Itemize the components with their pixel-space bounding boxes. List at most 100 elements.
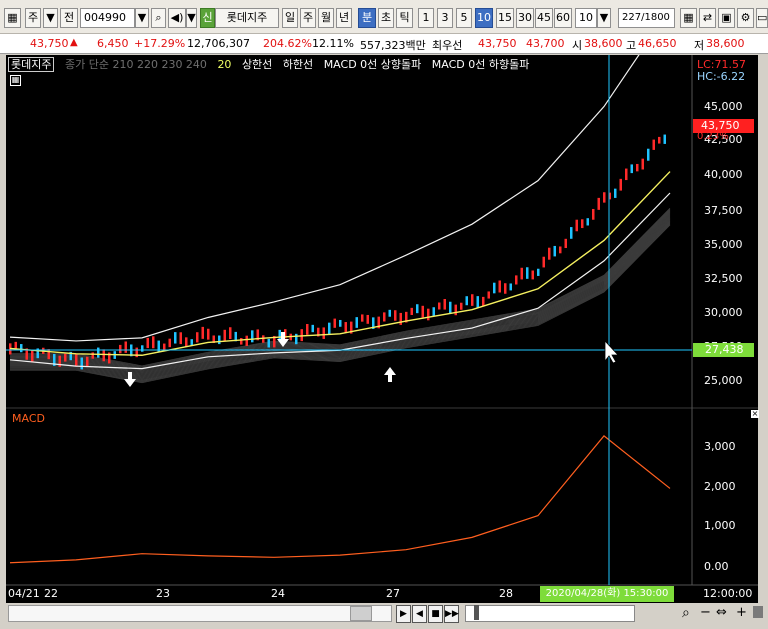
zoom-in-icon[interactable]: +	[736, 605, 747, 620]
candle	[614, 188, 617, 198]
candle	[64, 353, 67, 362]
minute-10[interactable]: 10	[475, 8, 493, 28]
candle	[537, 268, 540, 276]
history-scrollbar[interactable]	[8, 605, 392, 622]
candle	[75, 354, 78, 366]
minute-60[interactable]: 60	[554, 8, 572, 28]
candle	[91, 352, 94, 359]
sound-dropdown-icon[interactable]: ▼	[186, 8, 197, 28]
candle	[251, 330, 254, 343]
zoom-slider-handle[interactable]	[474, 605, 479, 620]
open-label: 시	[572, 39, 583, 52]
price-axis-label: 30,000	[704, 306, 743, 319]
crosshair-price-tag: 27,438	[693, 343, 754, 357]
candle	[383, 312, 386, 322]
market-selector[interactable]: 전	[60, 8, 78, 28]
change-percent: +17.29%	[134, 37, 186, 50]
fast-forward-icon[interactable]: ▶▶	[444, 605, 459, 623]
crosshair-time-tag: 2020/04/28(화) 15:30:00	[540, 586, 674, 602]
candle	[515, 275, 518, 285]
candle	[663, 134, 666, 144]
candle	[575, 219, 578, 232]
sound-icon[interactable]: ◀)	[168, 8, 186, 28]
candle	[119, 344, 122, 354]
stop-icon[interactable]: ■	[428, 605, 443, 623]
candle	[471, 294, 474, 306]
window-icon[interactable]: ▭	[756, 8, 768, 28]
zoom-slider[interactable]	[465, 605, 635, 622]
candle	[361, 314, 364, 322]
candle	[124, 341, 127, 353]
candle	[240, 337, 243, 345]
volume: 12,706,307	[187, 37, 250, 50]
gear-icon[interactable]: ⚙	[737, 8, 754, 28]
candle	[366, 314, 369, 324]
mode-dropdown-icon[interactable]: ▼	[43, 8, 58, 28]
macd-title: MACD	[12, 412, 45, 425]
previous-icon[interactable]: ▶	[396, 605, 411, 623]
bottom-controls: ▶ ◀ ■ ▶▶ ⌕ − ⇔ +	[0, 603, 768, 629]
minute-30[interactable]: 30	[516, 8, 534, 28]
lock-icon[interactable]	[753, 606, 763, 618]
candle	[388, 309, 391, 317]
candle	[322, 327, 325, 339]
minute-15[interactable]: 15	[496, 8, 514, 28]
macd-axis-label: 0.00	[704, 560, 729, 573]
time-axis-label: 27	[386, 587, 400, 600]
candle	[152, 336, 155, 349]
legend-macd-up: MACD 0선 상향돌파	[323, 58, 422, 71]
zoom-fit-icon[interactable]: ⇔	[716, 605, 727, 620]
period-year[interactable]: 년	[336, 8, 352, 28]
search-icon[interactable]: ⌕	[151, 8, 166, 28]
legend-macd-down: MACD 0선 하향돌파	[431, 58, 530, 71]
minute-1[interactable]: 1	[418, 8, 434, 28]
zoom-out-icon[interactable]: −	[700, 605, 711, 620]
macd-axis-label: 3,000	[704, 440, 736, 453]
menu-icon[interactable]: ▦	[4, 8, 21, 28]
period-day[interactable]: 일	[282, 8, 298, 28]
period-second[interactable]: 초	[378, 8, 394, 28]
candle	[493, 282, 496, 294]
chart-legend: 롯데지주 종가 단순 210 220 230 240 20 상한선 하한선 MA…	[8, 56, 536, 72]
save-icon[interactable]: ▣	[718, 8, 735, 28]
macd-axis-label: 1,000	[704, 519, 736, 532]
candle	[498, 280, 501, 293]
calendar-icon[interactable]: ▦	[10, 75, 21, 86]
candle	[190, 339, 193, 346]
candle	[333, 318, 336, 328]
candle	[174, 332, 177, 344]
candle	[619, 178, 622, 191]
interval-input[interactable]: 10	[575, 8, 597, 28]
zoom-search-icon[interactable]: ⌕	[682, 605, 690, 621]
history-scroll-thumb[interactable]	[350, 606, 372, 621]
chart-settings-icon[interactable]: ⇄	[699, 8, 716, 28]
period-tick[interactable]: 틱	[396, 8, 413, 28]
up-arrow-icon: ▲	[70, 37, 78, 48]
candle	[311, 324, 314, 333]
code-dropdown-icon[interactable]: ▼	[135, 8, 149, 28]
minute-3[interactable]: 3	[437, 8, 453, 28]
stock-name-field[interactable]: 롯데지주	[215, 8, 279, 28]
stock-code-input[interactable]: 004990	[80, 8, 135, 28]
time-axis-label: 24	[271, 587, 285, 600]
candle	[641, 158, 644, 170]
current-price: 43,750	[30, 37, 69, 50]
best-ask: 43,750	[478, 37, 517, 50]
mode-selector[interactable]: 주	[25, 8, 41, 28]
candle	[416, 304, 419, 314]
rewind-icon[interactable]: ◀	[412, 605, 427, 623]
candle	[460, 302, 463, 310]
period-minute[interactable]: 분	[358, 8, 376, 28]
interval-dropdown-icon[interactable]: ▼	[597, 8, 611, 28]
minute-5[interactable]: 5	[456, 8, 472, 28]
minute-45[interactable]: 45	[535, 8, 553, 28]
macd-close-icon[interactable]: ×	[751, 410, 759, 418]
chart-area[interactable]: 롯데지주 종가 단순 210 220 230 240 20 상한선 하한선 MA…	[6, 55, 759, 603]
price-axis-label: 37,500	[704, 204, 743, 217]
grid-icon[interactable]: ▦	[680, 8, 697, 28]
bar-count-field[interactable]: 227/1800	[618, 8, 675, 28]
open-price: 38,600	[584, 37, 623, 50]
candle	[196, 332, 199, 343]
period-month[interactable]: 월	[318, 8, 334, 28]
period-week[interactable]: 주	[300, 8, 316, 28]
